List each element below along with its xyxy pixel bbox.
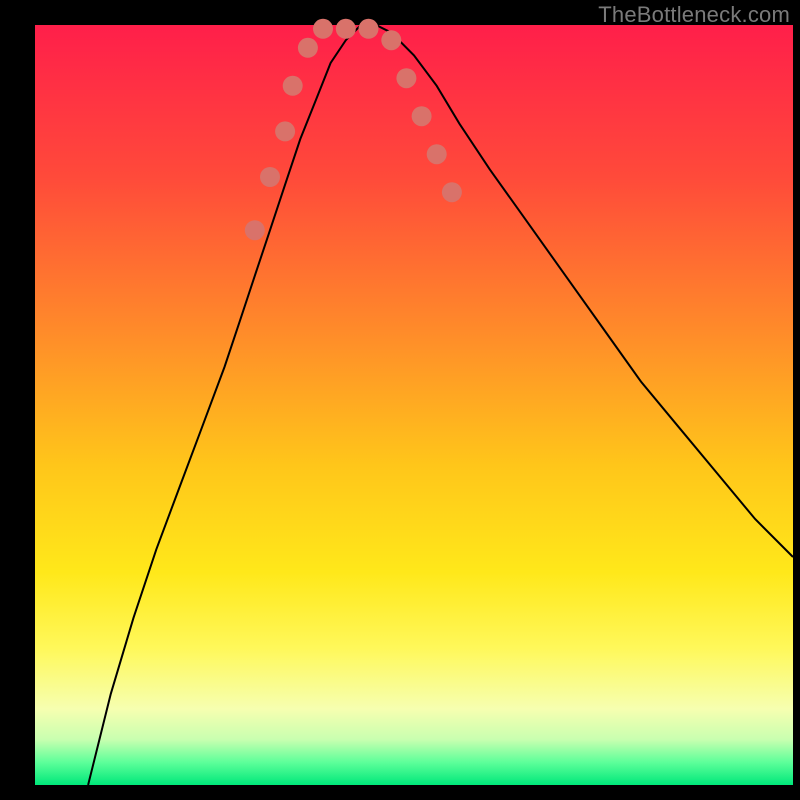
marker-point bbox=[427, 144, 447, 164]
marker-point bbox=[298, 38, 318, 58]
marker-point bbox=[381, 30, 401, 50]
bottleneck-chart bbox=[0, 0, 800, 800]
marker-point bbox=[359, 19, 379, 39]
marker-point bbox=[260, 167, 280, 187]
marker-point bbox=[275, 121, 295, 141]
marker-point bbox=[336, 19, 356, 39]
marker-point bbox=[396, 68, 416, 88]
marker-point bbox=[412, 106, 432, 126]
marker-point bbox=[442, 182, 462, 202]
watermark-text: TheBottleneck.com bbox=[598, 2, 790, 28]
chart-frame: TheBottleneck.com bbox=[0, 0, 800, 800]
marker-point bbox=[245, 220, 265, 240]
marker-point bbox=[283, 76, 303, 96]
gradient-background bbox=[35, 25, 793, 785]
marker-point bbox=[313, 19, 333, 39]
